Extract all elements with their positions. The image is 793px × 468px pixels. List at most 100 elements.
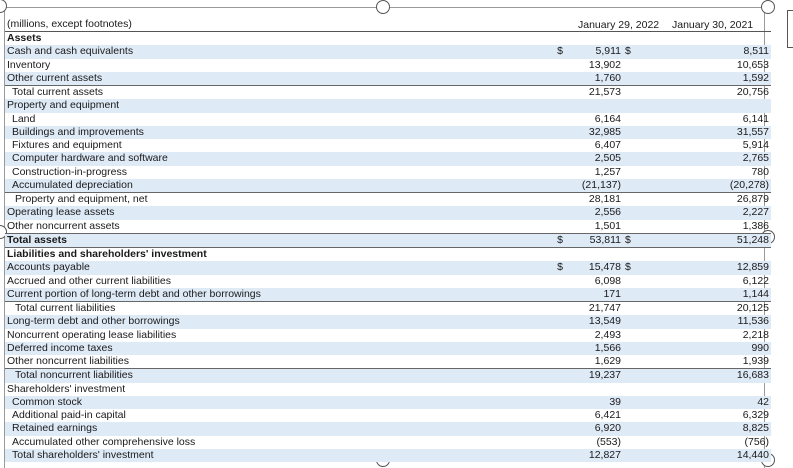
- value-2021: [647, 32, 771, 46]
- table-row[interactable]: Inventory 13,902 10,653: [5, 59, 771, 72]
- table-row[interactable]: Accumulated other comprehensive loss (553…: [5, 436, 771, 449]
- row-label: Other noncurrent assets: [5, 219, 419, 234]
- currency-symbol: [623, 219, 647, 234]
- currency-symbol: [419, 152, 563, 166]
- table-row[interactable]: Fixtures and equipment 6,407 5,914: [5, 139, 771, 152]
- currency-symbol: $: [623, 45, 647, 59]
- resize-handle-top-center[interactable]: [376, 0, 390, 14]
- table-row[interactable]: Deferred income taxes 1,566 990: [5, 341, 771, 355]
- table-row[interactable]: Long-term debt and other borrowings 13,54…: [5, 315, 771, 329]
- currency-symbol: [623, 383, 647, 396]
- currency-symbol: [419, 395, 563, 409]
- row-label: Total assets: [5, 232, 419, 249]
- table-row[interactable]: Total assets $53,811 $51,248: [5, 232, 771, 249]
- row-label: Accumulated depreciation: [5, 178, 419, 193]
- value-2021: (756): [744, 435, 769, 448]
- table-row[interactable]: Retained earnings 6,920 8,825: [5, 422, 771, 436]
- currency-symbol: [419, 166, 563, 179]
- currency-symbol: $: [419, 45, 563, 59]
- row-label: Property and equipment, net: [5, 192, 419, 207]
- row-label: Property and equipment: [5, 99, 419, 113]
- value-2021: 12,859: [647, 261, 771, 275]
- currency-symbol: [623, 395, 647, 409]
- value-2021: 14,440: [647, 448, 771, 462]
- value-2021: [647, 248, 771, 262]
- currency-symbol: [419, 178, 563, 193]
- row-label: Shareholders' investment: [7, 382, 126, 395]
- value-2022: 2,505: [563, 152, 623, 166]
- balance-sheet-table[interactable]: (millions, except footnotes) Assets Cash …: [5, 18, 771, 462]
- resize-handle-top-right[interactable]: [761, 0, 775, 14]
- value-2022: 28,181: [563, 192, 623, 207]
- currency-symbol: [623, 139, 647, 152]
- currency-symbol: [623, 315, 647, 329]
- table-row[interactable]: Land 6,164 6,141: [5, 113, 771, 126]
- value-2022: 6,421: [594, 409, 621, 422]
- value-2021: 8,511: [647, 45, 771, 59]
- table-row[interactable]: Assets: [5, 32, 771, 46]
- currency-symbol: [419, 125, 563, 139]
- table-row[interactable]: Accrued and other current liabilities 6,0…: [5, 275, 771, 288]
- row-label: Accrued and other current liabilities: [7, 274, 172, 287]
- value-2022: 53,811: [563, 232, 623, 249]
- row-label: Long-term debt and other borrowings: [5, 315, 419, 329]
- table-row[interactable]: Accounts payable $15,478 $12,859: [5, 261, 771, 275]
- value-2022: 15,478: [563, 261, 623, 275]
- currency-symbol: [419, 113, 563, 126]
- table-row[interactable]: Total current liabilities 21,747 20,125: [5, 301, 771, 316]
- currency-symbol: [623, 166, 647, 179]
- table-row[interactable]: Common stock 39 42: [5, 395, 771, 409]
- currency-symbol: [623, 368, 647, 383]
- row-label: Additional paid-in capital: [12, 409, 126, 422]
- currency-symbol: [623, 341, 647, 355]
- currency-symbol: [419, 383, 563, 396]
- value-2021: 6,329: [742, 409, 769, 422]
- value-2022: 6,407: [594, 139, 621, 152]
- table-row[interactable]: Accumulated depreciation (21,137) (20,278): [5, 178, 771, 193]
- currency-symbol: [419, 436, 563, 449]
- value-2021: 2,227: [647, 206, 771, 220]
- table-row[interactable]: Computer hardware and software 2,505 2,765: [5, 152, 771, 166]
- table-row[interactable]: Other noncurrent assets 1,501 1,386: [5, 219, 771, 234]
- table-row[interactable]: Total current assets 21,573 20,756: [5, 85, 771, 100]
- value-2021: 1,144: [647, 287, 771, 302]
- column-header-2: January 30, 2021: [672, 19, 754, 31]
- value-2022: [563, 32, 623, 46]
- value-2021: 51,248: [647, 232, 771, 249]
- value-2022: 1,257: [594, 165, 621, 178]
- currency-symbol: [623, 71, 647, 86]
- table-row[interactable]: Other current assets 1,760 1,592: [5, 71, 771, 86]
- currency-symbol: [623, 192, 647, 207]
- table-row[interactable]: Shareholders' investment: [5, 383, 771, 396]
- table-row[interactable]: Additional paid-in capital 6,421 6,329: [5, 409, 771, 422]
- row-label: Accounts payable: [5, 261, 419, 275]
- table-row[interactable]: Total noncurrent liabilities 19,237 16,683: [5, 368, 771, 383]
- value-2022: (21,137): [563, 178, 623, 193]
- currency-symbol: $: [419, 261, 563, 275]
- value-2022: 13,902: [588, 58, 621, 71]
- table-row[interactable]: Operating lease assets 2,556 2,227: [5, 206, 771, 220]
- value-2021: 8,825: [647, 422, 771, 436]
- table-row[interactable]: Cash and cash equivalents $5,911 $8,511: [5, 45, 771, 59]
- table-row[interactable]: Other noncurrent liabilities 1,629 1,939: [5, 355, 771, 369]
- value-2022: 21,747: [563, 301, 623, 316]
- row-label: Accumulated other comprehensive loss: [12, 435, 196, 448]
- currency-symbol: [623, 178, 647, 193]
- value-2021: 10,653: [736, 58, 769, 71]
- table-row[interactable]: Total shareholders' investment 12,827 14,4…: [5, 448, 771, 462]
- currency-symbol: [419, 85, 563, 100]
- table-row[interactable]: Property and equipment: [5, 99, 771, 113]
- table-row[interactable]: Current portion of long-term debt and ot…: [5, 287, 771, 302]
- currency-symbol: [419, 248, 563, 262]
- side-panel-edge: [787, 10, 793, 48]
- table-row[interactable]: Buildings and improvements 32,985 31,557: [5, 125, 771, 139]
- table-row[interactable]: Noncurrent operating lease liabilities 2,…: [5, 329, 771, 342]
- currency-symbol: [419, 368, 563, 383]
- currency-symbol: [623, 99, 647, 113]
- table-row[interactable]: Property and equipment, net 28,181 26,879: [5, 192, 771, 207]
- units-label: (millions, except footnotes): [5, 18, 419, 32]
- table-row[interactable]: Liabilities and shareholders' investment: [5, 248, 771, 262]
- row-label: Buildings and improvements: [5, 125, 419, 139]
- value-2022: [563, 248, 623, 262]
- table-row[interactable]: Construction-in-progress 1,257 780: [5, 166, 771, 179]
